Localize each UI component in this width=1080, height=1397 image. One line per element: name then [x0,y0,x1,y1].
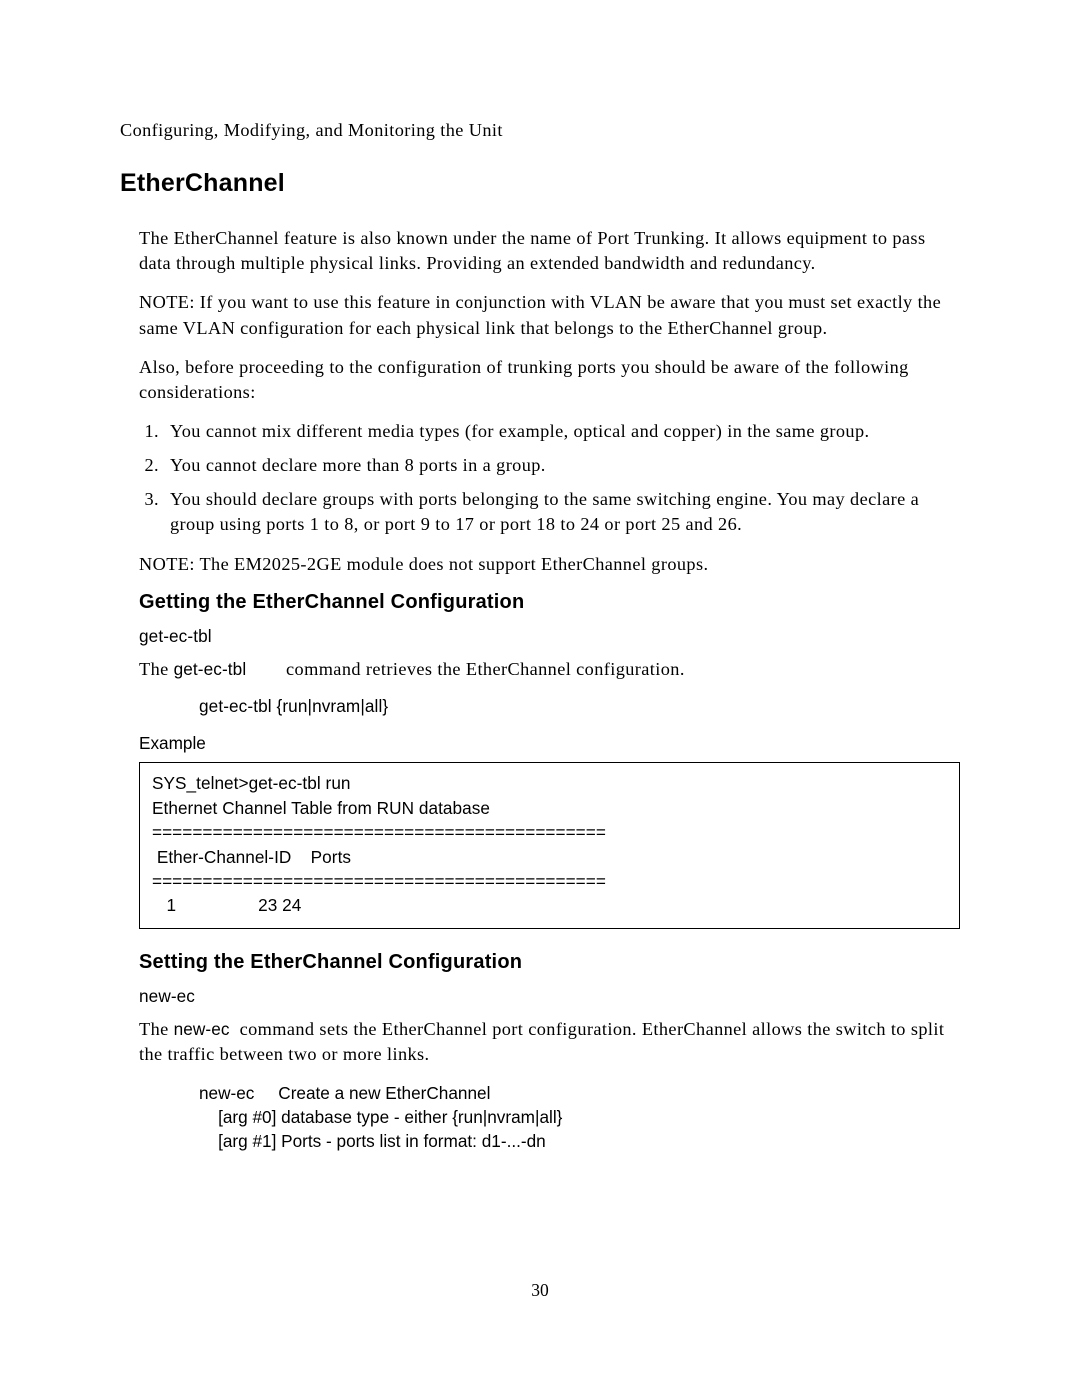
note-paragraph-2: NOTE: The EM2025-2GE module does not sup… [139,552,960,577]
setting-command-name: new-ec [139,986,960,1007]
getting-desc-command: get-ec-tbl [174,659,247,679]
setting-description: The new-ec command sets the EtherChannel… [139,1017,960,1067]
main-content-block: The EtherChannel feature is also known u… [139,226,960,754]
setting-desc-suffix: command sets the EtherChannel port confi… [139,1019,944,1064]
setting-desc-command: new-ec [174,1019,230,1039]
getting-syntax: get-ec-tbl {run|nvram|all} [199,696,960,717]
page-number: 30 [0,1280,1080,1301]
list-item: You cannot mix different media types (fo… [164,419,960,445]
considerations-list: You cannot mix different media types (fo… [139,419,960,537]
getting-description: The get-ec-tbl command retrieves the Eth… [139,657,960,682]
getting-command-name: get-ec-tbl [139,626,960,647]
intro-paragraph-1: The EtherChannel feature is also known u… [139,226,960,276]
intro-paragraph-2: Also, before proceeding to the configura… [139,355,960,405]
getting-heading: Getting the EtherChannel Configuration [139,591,960,614]
list-item: You should declare groups with ports bel… [164,487,960,538]
setting-content-block: Setting the EtherChannel Configuration n… [139,951,960,1154]
main-heading: EtherChannel [120,169,960,198]
getting-desc-suffix: command retrieves the EtherChannel confi… [281,659,685,679]
note-paragraph-1: NOTE: If you want to use this feature in… [139,290,960,340]
list-item: You cannot declare more than 8 ports in … [164,453,960,479]
running-header: Configuring, Modifying, and Monitoring t… [120,120,960,141]
setting-syntax: new-ec Create a new EtherChannel [arg #0… [199,1081,960,1153]
example-box: SYS_telnet>get-ec-tbl run Ethernet Chann… [139,762,960,929]
example-label: Example [139,733,960,754]
setting-heading: Setting the EtherChannel Configuration [139,951,960,974]
getting-desc-prefix: The [139,659,174,679]
document-page: Configuring, Modifying, and Monitoring t… [0,0,1080,1397]
setting-desc-prefix: The [139,1019,174,1039]
